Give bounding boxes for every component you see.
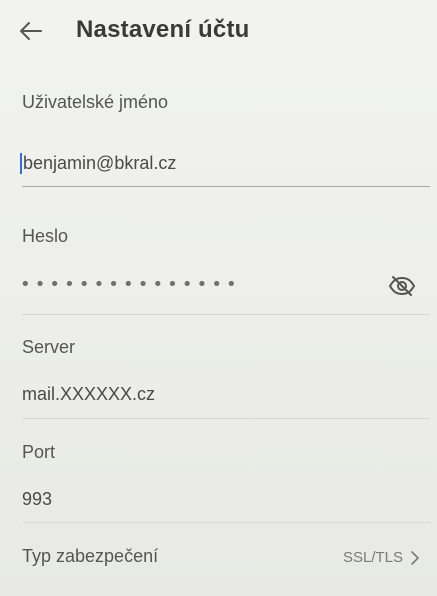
toggle-password-visibility-button[interactable] [386, 272, 418, 300]
back-button[interactable] [14, 14, 48, 48]
eye-slash-icon [388, 276, 416, 296]
app-bar: Nastavení účtu [0, 0, 437, 62]
server-divider [22, 418, 430, 419]
security-type-selector[interactable]: Typ zabezpečení SSL/TLS [0, 530, 437, 584]
chevron-right-icon [411, 551, 419, 565]
password-label: Heslo [22, 226, 69, 246]
username-underline [22, 186, 430, 187]
security-type-label: Typ zabezpečení [22, 546, 159, 566]
server-input[interactable]: mail.XXXXXX.cz [22, 384, 155, 405]
port-label: Port [22, 442, 56, 462]
password-input[interactable]: ••••••••••••••• [20, 269, 375, 301]
text-cursor [20, 152, 22, 174]
username-input[interactable]: benjamin@bkral.cz [20, 146, 428, 180]
page-title: Nastavení účtu [76, 16, 250, 43]
security-type-value: SSL/TLS [342, 549, 403, 566]
server-label: Server [22, 337, 76, 357]
arrow-left-icon [20, 22, 42, 40]
port-input[interactable]: 993 [22, 489, 52, 510]
username-label: Uživatelské jméno [22, 92, 169, 112]
password-masked-value: ••••••••••••••• [20, 274, 241, 295]
account-settings-screen: Nastavení účtu Uživatelské jméno benjami… [0, 0, 437, 596]
password-divider [22, 314, 430, 315]
username-value: benjamin@bkral.cz [23, 152, 177, 173]
port-divider [22, 522, 430, 523]
